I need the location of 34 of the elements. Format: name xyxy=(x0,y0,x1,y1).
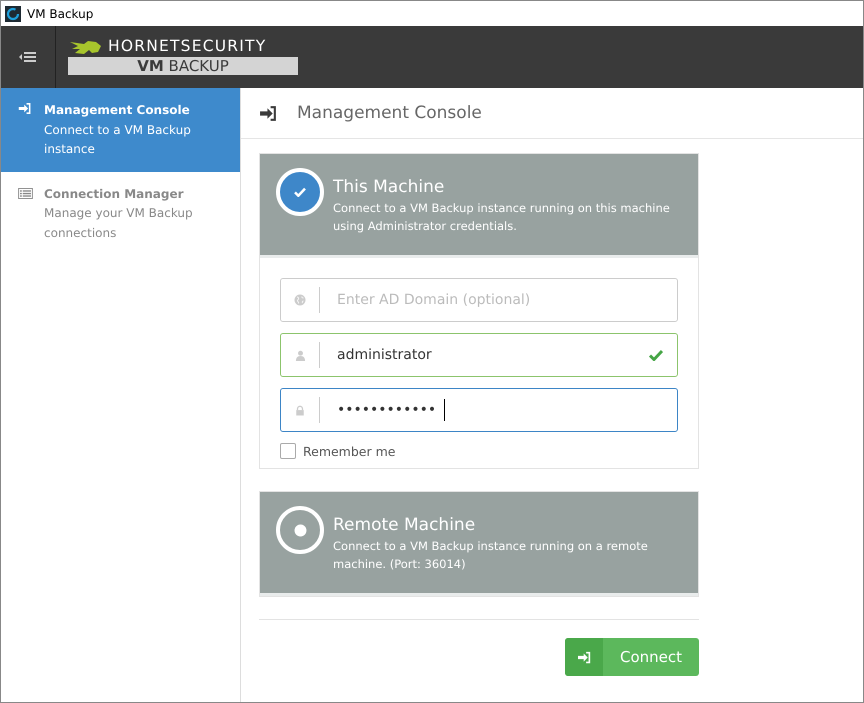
checkbox-label: Remember me xyxy=(303,444,396,458)
domain-field[interactable]: Enter AD Domain (optional) xyxy=(280,278,678,322)
page-title: Management Console xyxy=(297,103,482,123)
connection-option[interactable]: This Machine Connect to a VM Backup instance running on this machine using Administrator credentials. xyxy=(260,154,698,258)
lock-icon xyxy=(295,404,305,416)
login-icon xyxy=(18,102,32,115)
radio-indicator[interactable] xyxy=(276,168,324,216)
password-field[interactable]: •••••••••••• xyxy=(320,402,444,418)
sidebar-item[interactable]: Connection Manager Manage your VM Backup connections xyxy=(1,172,240,255)
hornet-icon xyxy=(68,38,102,54)
window-title: VM Backup xyxy=(27,6,94,20)
password-field[interactable]: •••••••••••• xyxy=(280,388,678,432)
login-icon xyxy=(259,104,278,122)
username-field[interactable]: administrator xyxy=(320,347,649,363)
remember-checkbox[interactable] xyxy=(280,443,296,459)
menu-icon xyxy=(19,51,37,63)
option-title: This Machine xyxy=(333,176,446,199)
option-description: Connect to a VM Backup instance running on this machine using Administrator credentials. xyxy=(333,200,671,235)
login-icon xyxy=(576,650,592,664)
check-icon xyxy=(294,187,306,197)
connection-option[interactable]: Remote Machine Connect to a VM Backup instance running on a remote machine. (Port: 36014) xyxy=(260,492,698,596)
domain-field[interactable]: Enter AD Domain (optional) xyxy=(320,292,677,308)
connect-button[interactable]: Connect xyxy=(565,638,699,676)
list-icon xyxy=(18,188,33,198)
user-icon xyxy=(294,350,306,360)
radio-indicator[interactable] xyxy=(276,506,324,554)
product-name: VM BACKUP xyxy=(68,57,298,75)
check-icon xyxy=(649,349,663,361)
sidebar-item[interactable]: Management Console Connect to a VM Backup instance xyxy=(1,88,240,172)
brand-name: HORNETSECURITY xyxy=(108,38,266,55)
app-icon xyxy=(5,6,21,22)
option-description: Connect to a VM Backup instance running on a remote machine. (Port: 36014) xyxy=(333,538,649,573)
username-field[interactable]: administrator xyxy=(280,333,678,377)
option-title: Remote Machine xyxy=(333,514,476,537)
